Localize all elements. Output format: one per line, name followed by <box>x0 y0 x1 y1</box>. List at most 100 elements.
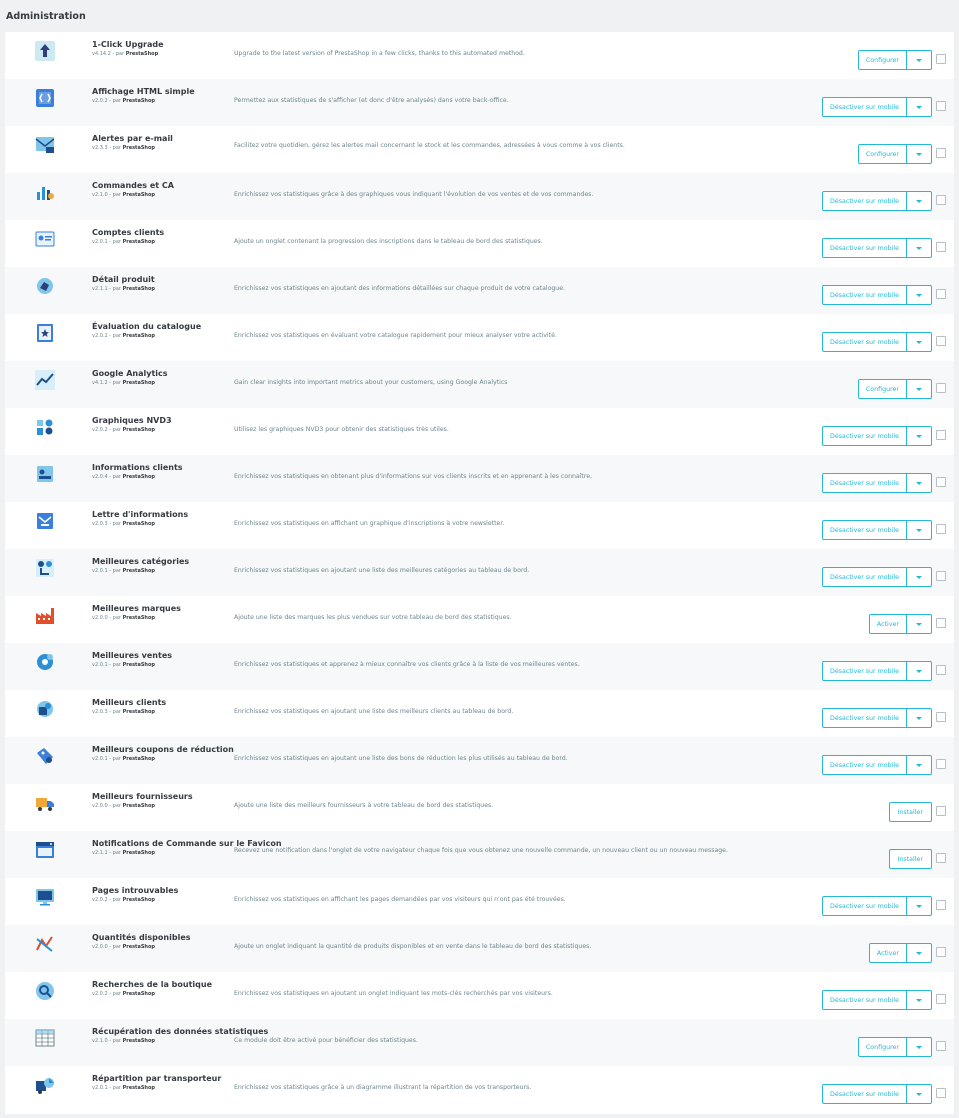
module-select-checkbox[interactable] <box>936 900 946 910</box>
module-dropdown-toggle[interactable] <box>907 520 932 540</box>
module-dropdown-toggle[interactable] <box>907 567 932 587</box>
module-select-checkbox[interactable] <box>936 195 946 205</box>
module-dropdown-toggle[interactable] <box>907 1037 932 1057</box>
chevron-down-icon <box>916 669 922 673</box>
module-dropdown-toggle[interactable] <box>907 943 932 963</box>
module-actions: Désactiver sur mobile <box>822 97 932 117</box>
best-sales-icon <box>35 652 55 672</box>
module-action-button[interactable]: Activer <box>868 943 907 963</box>
module-select-checkbox[interactable] <box>936 571 946 581</box>
coupon-icon <box>35 746 55 766</box>
module-action-button[interactable]: Désactiver sur mobile <box>822 661 907 681</box>
module-description: Enrichissez vos statistiques et apprenez… <box>234 661 580 668</box>
module-action-button[interactable]: Désactiver sur mobile <box>822 97 907 117</box>
module-select-checkbox[interactable] <box>936 806 946 816</box>
module-dropdown-toggle[interactable] <box>907 473 932 493</box>
module-description: Enrichissez vos statistiques grâce à des… <box>234 191 594 198</box>
module-select-checkbox[interactable] <box>936 242 946 252</box>
module-dropdown-toggle[interactable] <box>907 614 932 634</box>
module-action-button[interactable]: Désactiver sur mobile <box>822 567 907 587</box>
module-action-button[interactable]: Activer <box>868 614 907 634</box>
module-description: Enrichissez vos statistiques en affichan… <box>234 520 505 527</box>
module-dropdown-toggle[interactable] <box>907 379 932 399</box>
module-select-checkbox[interactable] <box>936 383 946 393</box>
module-dropdown-toggle[interactable] <box>907 896 932 916</box>
analytics-icon <box>35 370 55 390</box>
customer-info-icon <box>35 464 55 484</box>
module-dropdown-toggle[interactable] <box>907 755 932 775</box>
module-dropdown-toggle[interactable] <box>907 332 932 352</box>
module-row-15: Meilleurs coupons de réduction v2.0.1 - … <box>5 737 954 784</box>
module-action-button[interactable]: Configurer <box>857 50 907 70</box>
best-categories-icon <box>35 558 55 578</box>
module-description: Facilitez votre quotidien, gérez les ale… <box>234 142 625 149</box>
module-action-button[interactable]: Désactiver sur mobile <box>822 1084 907 1104</box>
module-row-6: Évaluation du catalogue v2.0.2 - par Pre… <box>5 314 954 361</box>
module-select-checkbox[interactable] <box>936 1088 946 1098</box>
module-description: Gain clear insights into important metri… <box>234 379 508 386</box>
module-select-checkbox[interactable] <box>936 289 946 299</box>
module-action-button[interactable]: Désactiver sur mobile <box>822 896 907 916</box>
module-select-checkbox[interactable] <box>936 477 946 487</box>
module-dropdown-toggle[interactable] <box>907 1084 932 1104</box>
module-select-checkbox[interactable] <box>936 54 946 64</box>
chevron-down-icon <box>916 528 922 532</box>
module-action-button[interactable]: Désactiver sur mobile <box>822 520 907 540</box>
module-action-button[interactable]: Désactiver sur mobile <box>822 238 907 258</box>
module-select-checkbox[interactable] <box>936 524 946 534</box>
chevron-down-icon <box>916 716 922 720</box>
module-dropdown-toggle[interactable] <box>907 426 932 446</box>
module-dropdown-toggle[interactable] <box>907 708 932 728</box>
module-dropdown-toggle[interactable] <box>907 990 932 1010</box>
module-actions: Désactiver sur mobile <box>822 661 932 681</box>
module-action-button[interactable]: Installer <box>888 802 932 822</box>
data-table-icon <box>35 1028 55 1048</box>
module-dropdown-toggle[interactable] <box>907 285 932 305</box>
module-action-button[interactable]: Configurer <box>857 1037 907 1057</box>
module-dropdown-toggle[interactable] <box>907 50 932 70</box>
module-version: v2.0.0 - par PrestaShop <box>92 803 155 809</box>
module-action-button[interactable]: Désactiver sur mobile <box>822 191 907 211</box>
module-actions: Désactiver sur mobile <box>822 708 932 728</box>
module-select-checkbox[interactable] <box>936 853 946 863</box>
module-select-checkbox[interactable] <box>936 759 946 769</box>
chevron-down-icon <box>916 434 922 438</box>
module-dropdown-toggle[interactable] <box>907 191 932 211</box>
module-action-button[interactable]: Désactiver sur mobile <box>822 755 907 775</box>
module-name: Recherches de la boutique <box>92 980 212 989</box>
module-description: Enrichissez vos statistiques en ajoutant… <box>234 990 553 997</box>
module-actions: Désactiver sur mobile <box>822 896 932 916</box>
module-action-button[interactable]: Désactiver sur mobile <box>822 473 907 493</box>
module-action-button[interactable]: Installer <box>888 849 932 869</box>
module-select-checkbox[interactable] <box>936 665 946 675</box>
module-select-checkbox[interactable] <box>936 101 946 111</box>
module-action-button[interactable]: Désactiver sur mobile <box>822 990 907 1010</box>
module-description: Enrichissez vos statistiques en évaluant… <box>234 332 557 339</box>
module-select-checkbox[interactable] <box>936 994 946 1004</box>
stock-quantity-icon <box>35 934 55 954</box>
module-dropdown-toggle[interactable] <box>907 144 932 164</box>
chevron-down-icon <box>916 1092 922 1096</box>
html-display-icon <box>35 88 55 108</box>
module-select-checkbox[interactable] <box>936 336 946 346</box>
chevron-down-icon <box>916 293 922 297</box>
module-row-20: Recherches de la boutique v2.0.2 - par P… <box>5 972 954 1019</box>
module-dropdown-toggle[interactable] <box>907 238 932 258</box>
chevron-down-icon <box>916 1045 922 1049</box>
module-select-checkbox[interactable] <box>936 1041 946 1051</box>
module-version: v4.14.2 - par PrestaShop <box>92 51 159 57</box>
module-action-button[interactable]: Configurer <box>857 144 907 164</box>
module-action-button[interactable]: Désactiver sur mobile <box>822 285 907 305</box>
module-action-button[interactable]: Désactiver sur mobile <box>822 426 907 446</box>
section-title: Administration <box>6 11 86 22</box>
module-select-checkbox[interactable] <box>936 712 946 722</box>
module-select-checkbox[interactable] <box>936 148 946 158</box>
module-action-button[interactable]: Configurer <box>857 379 907 399</box>
module-select-checkbox[interactable] <box>936 618 946 628</box>
module-action-button[interactable]: Désactiver sur mobile <box>822 332 907 352</box>
module-dropdown-toggle[interactable] <box>907 661 932 681</box>
module-dropdown-toggle[interactable] <box>907 97 932 117</box>
module-select-checkbox[interactable] <box>936 947 946 957</box>
module-action-button[interactable]: Désactiver sur mobile <box>822 708 907 728</box>
module-select-checkbox[interactable] <box>936 430 946 440</box>
